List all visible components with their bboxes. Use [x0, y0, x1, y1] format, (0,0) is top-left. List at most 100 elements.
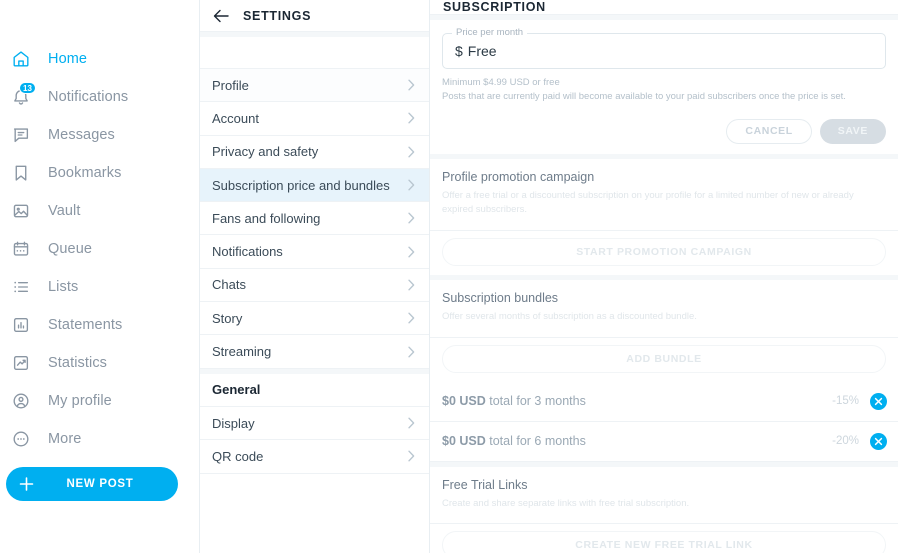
promotion-divider — [430, 229, 898, 231]
bundles-description: Offer several months of subscription as … — [442, 310, 697, 322]
bookmark-icon — [8, 160, 34, 186]
subscription-header: SUBSCRIPTION — [430, 0, 898, 15]
nav-list: Home 13 Notifications Messages Bookmarks Vaul… — [0, 40, 199, 458]
chevron-right-icon — [406, 345, 417, 359]
settings-row-label: Display — [212, 415, 255, 431]
settings-row-label: Fans and following — [212, 210, 321, 226]
settings-row-story[interactable]: Story — [200, 302, 429, 336]
settings-rows-general: Display QR code — [200, 406, 429, 474]
chevron-right-icon — [406, 78, 417, 92]
bell-icon: 13 — [8, 82, 36, 110]
nav-item-queue[interactable]: Queue — [0, 230, 199, 268]
promotion-card: Profile promotion campaign Offer a free … — [430, 158, 898, 275]
price-hint-line1: Minimum $4.99 USD or free — [442, 77, 560, 88]
add-bundle-button[interactable]: ADD BUNDLE — [442, 344, 886, 373]
subscription-title: SUBSCRIPTION — [443, 0, 546, 14]
nav-item-label: More — [48, 431, 82, 447]
close-circle-icon[interactable] — [870, 432, 887, 450]
settings-row-chats[interactable]: Chats — [200, 268, 429, 303]
message-icon — [8, 122, 34, 148]
price-value-text: Free — [467, 43, 497, 59]
bundle-amount: $0 USD — [442, 434, 486, 449]
settings-row-qr-code[interactable]: QR code — [200, 440, 429, 474]
nav-item-home[interactable]: Home — [0, 40, 199, 78]
settings-row-label: Story — [212, 310, 243, 326]
settings-row-display[interactable]: Display — [200, 406, 429, 441]
settings-row-label: Subscription price and bundles — [212, 177, 390, 193]
price-input[interactable]: Price per month $ Free — [442, 27, 886, 69]
bundle-discount: -15% — [832, 395, 859, 408]
nav-item-label: Queue — [48, 241, 93, 257]
currency-symbol: $ — [455, 43, 463, 59]
settings-row-label: Streaming — [212, 344, 272, 360]
settings-title: SETTINGS — [243, 8, 312, 23]
nav-item-label: Messages — [48, 127, 115, 143]
create-free-trial-link-button[interactable]: CREATE NEW FREE TRIAL LINK — [442, 531, 886, 553]
bundle-row: $0 USD total for 6 months -20% — [430, 421, 898, 462]
nav-item-bookmarks[interactable]: Bookmarks — [0, 154, 199, 192]
cancel-button[interactable]: CANCEL — [726, 118, 812, 144]
app-root: Home 13 Notifications Messages Bookmarks Vaul… — [0, 0, 898, 553]
nav-item-my-profile[interactable]: My profile — [0, 382, 199, 420]
free-trial-title: Free Trial Links — [442, 477, 528, 492]
nav-item-more[interactable]: More — [0, 420, 199, 458]
bundle-label: $0 USD total for 3 months — [442, 394, 832, 408]
nav-item-lists[interactable]: Lists — [0, 268, 199, 306]
nav-item-label: Lists — [48, 279, 79, 295]
settings-row-fans-and-following[interactable]: Fans and following — [200, 202, 429, 236]
settings-row-account[interactable]: Account — [200, 102, 429, 136]
settings-row-privacy-and-safety[interactable]: Privacy and safety — [200, 135, 429, 169]
settings-filler — [200, 473, 429, 553]
settings-group-header: General — [200, 373, 429, 407]
nav-item-statistics[interactable]: Statistics — [0, 344, 199, 382]
bundles-title: Subscription bundles — [442, 290, 559, 305]
left-navigation: Home 13 Notifications Messages Bookmarks Vaul… — [0, 0, 200, 553]
nav-item-label: Bookmarks — [48, 165, 122, 181]
settings-header: SETTINGS — [200, 0, 429, 32]
start-promotion-campaign-button[interactable]: START PROMOTION CAMPAIGN — [442, 237, 886, 266]
free-trial-description: Create and share separate links with fre… — [442, 497, 690, 509]
nav-item-vault[interactable]: Vault — [0, 192, 199, 230]
nav-item-label: Statistics — [48, 355, 108, 371]
settings-row-notifications[interactable]: Notifications — [200, 235, 429, 269]
bar-chart-icon — [8, 312, 34, 338]
calendar-icon — [8, 236, 34, 262]
bundle-duration: total for 3 months — [485, 394, 586, 409]
nav-item-label: Vault — [48, 203, 81, 219]
bundle-discount: -20% — [832, 435, 859, 448]
chevron-right-icon — [406, 111, 417, 125]
notification-badge: 13 — [19, 82, 36, 94]
nav-item-notifications[interactable]: 13 Notifications — [0, 78, 199, 116]
settings-row-streaming[interactable]: Streaming — [200, 335, 429, 369]
nav-item-messages[interactable]: Messages — [0, 116, 199, 154]
settings-row-subscription-price-and-bundles[interactable]: Subscription price and bundles — [200, 168, 429, 203]
ellipsis-circle-icon — [8, 426, 34, 452]
vault-image-icon — [8, 198, 34, 224]
nav-item-label: My profile — [48, 393, 112, 409]
settings-row-label: Privacy and safety — [212, 144, 319, 160]
settings-row-profile[interactable]: Profile — [200, 69, 429, 103]
user-circle-icon — [8, 388, 34, 414]
save-button[interactable]: SAVE — [819, 118, 886, 144]
settings-row-label: QR code — [212, 448, 264, 464]
price-hint-line2: Posts that are currently paid will becom… — [442, 91, 846, 103]
bundle-label: $0 USD total for 6 months — [442, 434, 832, 448]
list-icon — [8, 274, 34, 300]
nav-item-statements[interactable]: Statements — [0, 306, 199, 344]
back-arrow-icon[interactable] — [213, 9, 229, 23]
subscription-panel: SUBSCRIPTION Price per month $ Free Minim… — [430, 0, 898, 553]
plus-icon — [19, 477, 34, 492]
settings-row-label: Notifications — [212, 244, 283, 260]
settings-row-label: Account — [212, 110, 259, 126]
trend-chart-icon — [8, 350, 34, 376]
promotion-text: Profile promotion campaign Offer a free … — [430, 159, 898, 230]
new-post-button[interactable]: NEW POST — [6, 467, 178, 501]
close-circle-icon[interactable] — [870, 392, 887, 410]
chevron-right-icon — [406, 311, 417, 325]
price-hint: Minimum $4.99 USD or free Posts that are… — [442, 76, 886, 105]
settings-group-label: General — [212, 382, 261, 398]
price-block: Price per month $ Free Minimum $4.99 USD … — [430, 20, 898, 113]
chevron-right-icon — [406, 178, 417, 192]
bundles-text: Subscription bundles Offer several month… — [430, 280, 898, 337]
price-actions: CANCEL SAVE — [430, 113, 898, 154]
